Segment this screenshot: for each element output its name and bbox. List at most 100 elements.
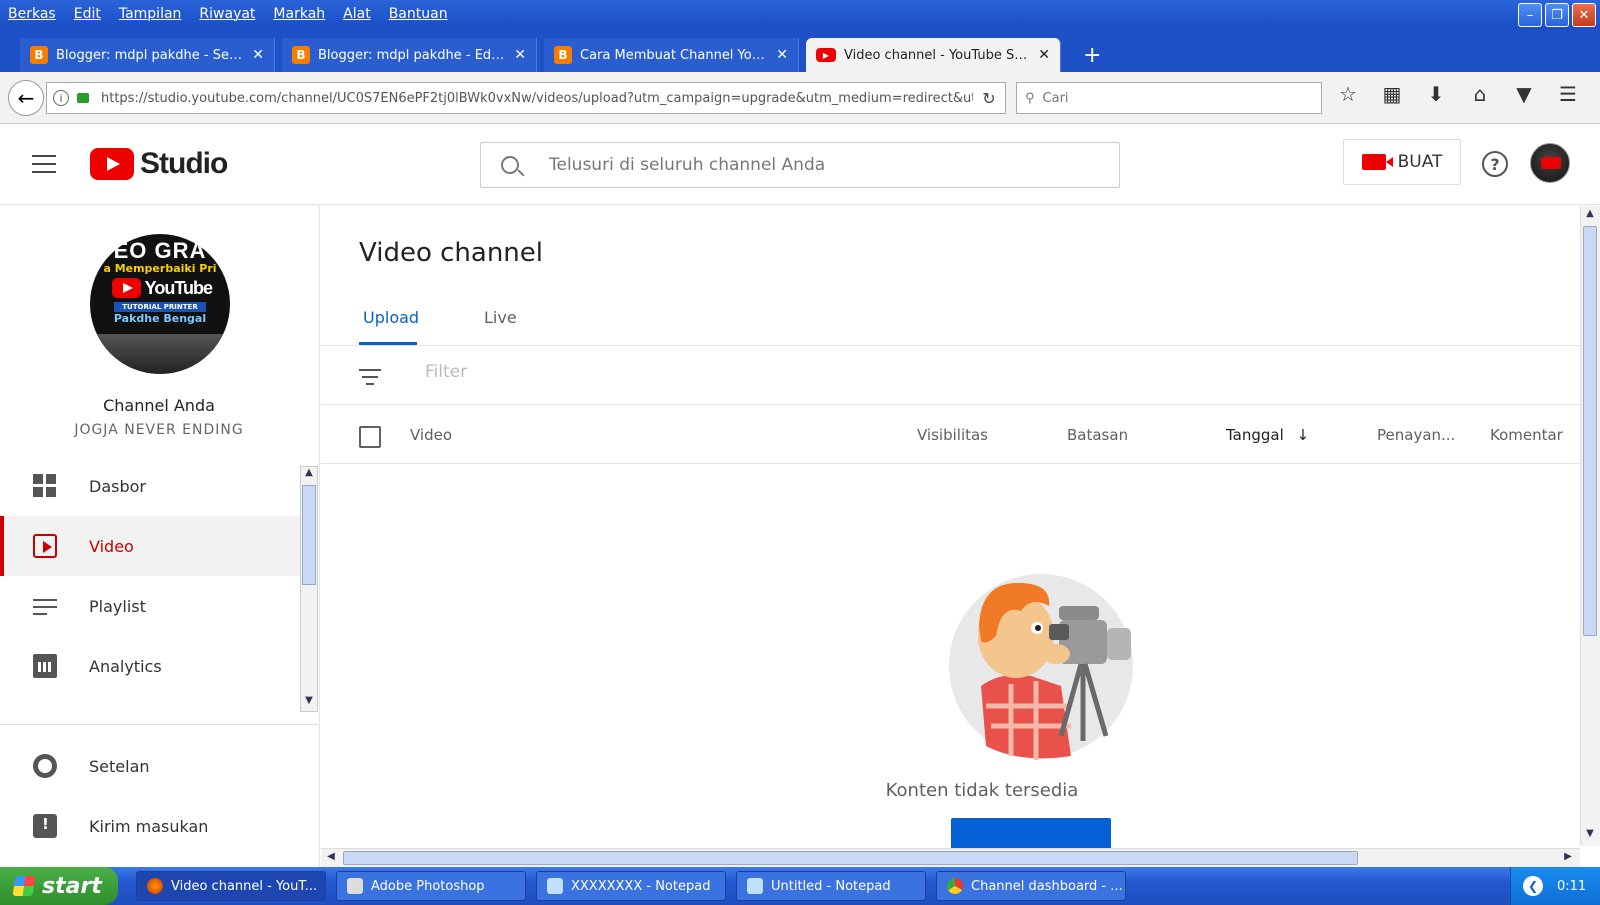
close-tab-icon[interactable]: ✕ — [1038, 47, 1050, 63]
url-bar[interactable]: i https://studio.youtube.com/channel/UC0… — [46, 82, 1006, 114]
window-controls: – ❐ ✕ — [1518, 3, 1596, 27]
restore-icon[interactable]: ❐ — [1545, 3, 1569, 27]
pocket-icon[interactable]: ▼ — [1510, 82, 1538, 106]
blogger-icon: B — [554, 46, 572, 64]
taskbar-item-chrome[interactable]: Channel dashboard - ... — [936, 871, 1126, 901]
create-button[interactable]: BUAT — [1343, 139, 1461, 185]
download-icon[interactable]: ⬇ — [1422, 82, 1450, 106]
sidebar-item-kirim-masukan[interactable]: Kirim masukan — [0, 796, 300, 856]
column-tanggal[interactable]: Tanggal ↓ — [1226, 426, 1309, 444]
menu-riwayat[interactable]: Riwayat — [199, 6, 255, 22]
illustration-shirt — [981, 674, 1071, 759]
youtube-play-icon — [112, 278, 141, 298]
avatar-printer-image — [90, 334, 230, 374]
browser-tab-strip: B Blogger: mdpl pakdhe - Semu... ✕ B Blo… — [0, 30, 1600, 72]
bookmark-star-icon[interactable]: ☆ — [1334, 82, 1362, 106]
scrollbar-thumb[interactable] — [343, 851, 1358, 865]
page-horizontal-scrollbar[interactable]: ◀ ▶ — [321, 848, 1580, 867]
sidebar-item-dasbor[interactable]: Dasbor — [0, 456, 300, 516]
sidebar-item-playlist[interactable]: Playlist — [0, 576, 300, 636]
menu-icon[interactable] — [32, 155, 56, 179]
url-text[interactable]: https://studio.youtube.com/channel/UC0S7… — [101, 91, 973, 106]
reading-list-icon[interactable]: ▦ — [1378, 82, 1406, 106]
select-all-checkbox[interactable] — [359, 426, 381, 448]
search-icon: ⚲ — [1025, 90, 1035, 106]
reload-icon[interactable]: ↻ — [973, 89, 1005, 108]
scrollbar-thumb[interactable] — [302, 485, 316, 585]
browser-toolbar-icons: ☆ ▦ ⬇ ⌂ ▼ ☰ — [1334, 82, 1582, 106]
tab-live[interactable]: Live — [484, 308, 517, 327]
dashboard-icon — [33, 474, 57, 498]
close-window-icon[interactable]: ✕ — [1572, 3, 1596, 27]
home-icon[interactable]: ⌂ — [1466, 82, 1494, 106]
column-visibilitas[interactable]: Visibilitas — [917, 426, 988, 444]
filter-input[interactable] — [423, 361, 823, 383]
browser-tab-2[interactable]: B Blogger: mdpl pakdhe - Edit e... ✕ — [282, 38, 537, 72]
tab-upload[interactable]: Upload — [363, 308, 419, 327]
studio-logo[interactable]: Studio — [90, 147, 228, 181]
browser-tab-3[interactable]: B Cara Membuat Channel Youtu... ✕ — [544, 38, 799, 72]
scroll-down-icon[interactable]: ▼ — [302, 695, 316, 711]
column-komentar[interactable]: Komentar — [1490, 426, 1563, 444]
taskbar-item-photoshop[interactable]: Adobe Photoshop — [336, 871, 526, 901]
lock-icon — [77, 93, 89, 103]
close-tab-icon[interactable]: ✕ — [776, 47, 788, 63]
tab-title: Blogger: mdpl pakdhe - Semu... — [56, 47, 245, 63]
filter-icon[interactable] — [359, 369, 381, 390]
channel-avatar[interactable]: EO GRA a Memperbaiki Pri YouTube TUTORIA… — [90, 234, 230, 374]
menu-markah[interactable]: Markah — [273, 6, 325, 22]
column-batasan[interactable]: Batasan — [1067, 426, 1128, 444]
studio-search-input[interactable] — [547, 154, 1087, 176]
studio-logo-text: Studio — [140, 147, 228, 180]
browser-tab-1[interactable]: B Blogger: mdpl pakdhe - Semu... ✕ — [20, 38, 275, 72]
studio-search-box[interactable] — [480, 142, 1120, 188]
clock: 0:11 — [1557, 878, 1587, 894]
avatar-youtube-badge: YouTube — [112, 276, 213, 300]
sidebar-item-video[interactable]: Video — [0, 516, 300, 576]
browser-nav-bar: ← i https://studio.youtube.com/channel/U… — [0, 72, 1600, 124]
close-tab-icon[interactable]: ✕ — [514, 47, 526, 63]
scroll-up-icon[interactable]: ▲ — [1583, 208, 1597, 224]
minimize-icon[interactable]: – — [1518, 3, 1542, 27]
account-avatar[interactable] — [1530, 143, 1570, 183]
upload-video-button[interactable] — [951, 818, 1111, 850]
sidebar-item-label: Analytics — [89, 656, 162, 676]
new-tab-icon[interactable]: + — [1083, 43, 1101, 68]
close-tab-icon[interactable]: ✕ — [252, 47, 264, 63]
sidebar-scrollbar[interactable]: ▲ ▼ — [300, 466, 318, 712]
sidebar-item-analytics[interactable]: Analytics — [0, 636, 300, 696]
scroll-left-icon[interactable]: ◀ — [323, 851, 339, 865]
scroll-right-icon[interactable]: ▶ — [1560, 851, 1576, 865]
create-button-label: BUAT — [1397, 152, 1443, 172]
sidebar: EO GRA a Memperbaiki Pri YouTube TUTORIA… — [0, 206, 320, 867]
hamburger-menu-icon[interactable]: ☰ — [1554, 82, 1582, 106]
menu-edit[interactable]: Edit — [74, 6, 101, 22]
chrome-icon — [947, 878, 963, 894]
taskbar-item-firefox[interactable]: Video channel - YouT... — [136, 871, 326, 901]
window-titlebar: Berkas Edit Tampilan Riwayat Markah Alat… — [0, 0, 1600, 30]
browser-tab-4-active[interactable]: ▶ Video channel - YouTube Studio ✕ — [806, 38, 1061, 72]
help-icon[interactable]: ? — [1482, 151, 1508, 177]
info-icon[interactable]: i — [53, 90, 69, 106]
scrollbar-thumb[interactable] — [1583, 226, 1597, 636]
taskbar-item-notepad-1[interactable]: XXXXXXXX - Notepad — [536, 871, 726, 901]
tray-expand-icon[interactable]: ❮ — [1523, 876, 1543, 896]
browser-search-box[interactable]: ⚲ Cari — [1016, 82, 1322, 114]
avatar-line-5: Pakdhe Bengal — [113, 312, 207, 325]
playlist-icon — [33, 594, 57, 618]
avatar-youtube-text: YouTube — [144, 277, 213, 298]
column-penayangan[interactable]: Penayan... — [1377, 426, 1455, 444]
menu-berkas[interactable]: Berkas — [8, 6, 56, 22]
scroll-up-icon[interactable]: ▲ — [302, 467, 316, 483]
taskbar-item-notepad-2[interactable]: Untitled - Notepad — [736, 871, 926, 901]
menu-bantuan[interactable]: Bantuan — [389, 6, 448, 22]
column-video[interactable]: Video — [410, 426, 452, 444]
start-button[interactable]: start — [0, 867, 118, 905]
back-button[interactable]: ← — [8, 80, 44, 116]
menu-tampilan[interactable]: Tampilan — [119, 6, 182, 22]
scroll-down-icon[interactable]: ▼ — [1583, 828, 1597, 844]
main-content: Video channel Upload Live Video Visibili… — [321, 206, 1580, 850]
sidebar-item-setelan[interactable]: Setelan — [0, 736, 300, 796]
page-vertical-scrollbar[interactable]: ▲ ▼ — [1580, 206, 1600, 846]
menu-alat[interactable]: Alat — [343, 6, 371, 22]
